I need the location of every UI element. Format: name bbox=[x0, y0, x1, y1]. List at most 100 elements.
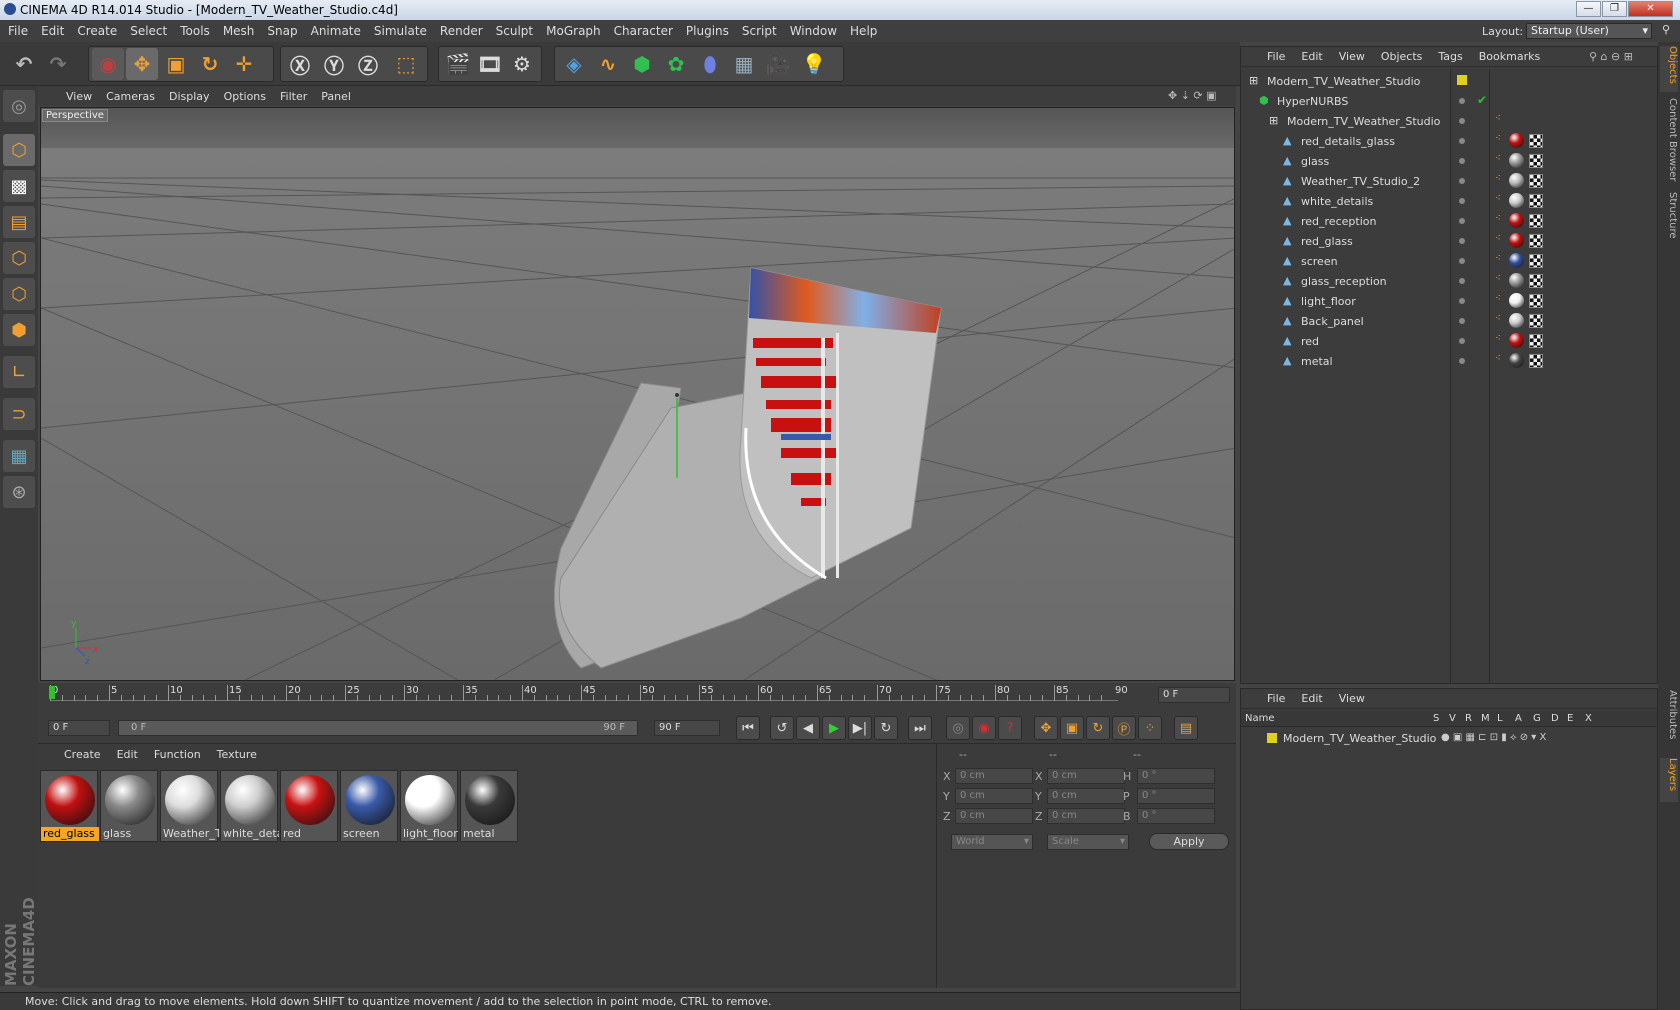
menu-character[interactable]: Character bbox=[614, 24, 673, 38]
workplane-icon[interactable]: ▤ bbox=[3, 206, 35, 238]
uvw-tag-icon[interactable] bbox=[1529, 294, 1543, 308]
texture-tag-icon[interactable] bbox=[1509, 313, 1524, 328]
menu-render[interactable]: Render bbox=[440, 24, 483, 38]
timeline-window-icon[interactable]: ▤ bbox=[1174, 716, 1198, 740]
layer-column-header[interactable]: L bbox=[1497, 713, 1503, 724]
phong-tag-icon[interactable]: ⁖ bbox=[1495, 273, 1501, 284]
editor-visibility-dot[interactable] bbox=[1459, 178, 1465, 184]
phong-tag-icon[interactable]: ⁖ bbox=[1495, 133, 1501, 144]
layer-column-header[interactable]: V bbox=[1449, 713, 1456, 724]
magnet-icon[interactable]: ⊃ bbox=[3, 398, 35, 430]
layer-column-header[interactable]: G bbox=[1533, 713, 1541, 724]
menu-window[interactable]: Window bbox=[790, 24, 837, 38]
coord-field[interactable]: 0 ° bbox=[1137, 808, 1215, 824]
scale-select[interactable]: Scale ▾ bbox=[1047, 834, 1129, 850]
texture-mode-icon[interactable]: ▩ bbox=[3, 170, 35, 202]
object-row[interactable]: ⊞ Modern_TV_Weather_Studio bbox=[1241, 71, 1657, 91]
object-menu-edit[interactable]: Edit bbox=[1301, 50, 1322, 63]
editor-visibility-dot[interactable] bbox=[1459, 118, 1465, 124]
object-row[interactable]: ▲ glass ⁖ bbox=[1241, 151, 1657, 171]
spline-icon[interactable]: ∿ bbox=[592, 48, 624, 80]
move-icon[interactable]: ✥ bbox=[126, 48, 158, 80]
viewport-menu-panel[interactable]: Panel bbox=[321, 90, 351, 103]
light-icon[interactable]: 💡 bbox=[798, 48, 830, 80]
texture-tag-icon[interactable] bbox=[1509, 233, 1524, 248]
layer-column-header[interactable]: E bbox=[1567, 713, 1573, 724]
texture-tag-icon[interactable] bbox=[1509, 353, 1524, 368]
edges-mode-icon[interactable]: ⬡ bbox=[3, 278, 35, 310]
material-swatch[interactable]: glass bbox=[100, 770, 158, 842]
coordinate-system-icon[interactable]: ⬚ bbox=[390, 48, 422, 80]
render-view-icon[interactable]: 🎬 bbox=[442, 48, 474, 80]
menu-snap[interactable]: Snap bbox=[267, 24, 297, 38]
layer-column-header[interactable]: X bbox=[1585, 713, 1592, 724]
rotate-icon[interactable]: ↻ bbox=[194, 48, 226, 80]
texture-tag-icon[interactable] bbox=[1509, 213, 1524, 228]
material-swatch[interactable]: metal bbox=[460, 770, 518, 842]
texture-tag-icon[interactable] bbox=[1509, 193, 1524, 208]
phong-tag-icon[interactable]: ⁖ bbox=[1495, 333, 1501, 344]
record-keys-icon[interactable]: ◎ bbox=[946, 716, 970, 740]
key-pla-icon[interactable]: ⁘ bbox=[1138, 716, 1162, 740]
phong-tag-icon[interactable]: ⁖ bbox=[1495, 193, 1501, 204]
frame-range-slider[interactable]: 0 F 90 F bbox=[118, 720, 638, 736]
render-settings-icon[interactable]: ⚙ bbox=[506, 48, 538, 80]
snap-icon[interactable]: ⊛ bbox=[3, 476, 35, 508]
uvw-tag-icon[interactable] bbox=[1529, 234, 1543, 248]
layer-row[interactable]: Modern_TV_Weather_Studio ● ▣ ▦ ⊏ ⊡ ▮ ⟡ ⊘… bbox=[1241, 729, 1657, 747]
texture-tag-icon[interactable] bbox=[1509, 253, 1524, 268]
uvw-tag-icon[interactable] bbox=[1529, 354, 1543, 368]
search-icon[interactable]: ⚲ bbox=[1662, 23, 1670, 36]
uvw-tag-icon[interactable] bbox=[1529, 194, 1543, 208]
uvw-tag-icon[interactable] bbox=[1529, 274, 1543, 288]
phong-tag-icon[interactable]: ⁖ bbox=[1495, 233, 1501, 244]
end-frame-field[interactable]: 90 F bbox=[654, 720, 720, 736]
uvw-tag-icon[interactable] bbox=[1529, 334, 1543, 348]
next-frame-icon[interactable]: ▶| bbox=[848, 716, 872, 740]
tab-content-browser[interactable]: Content Browser bbox=[1660, 98, 1678, 186]
menu-mesh[interactable]: Mesh bbox=[223, 24, 255, 38]
material-swatch[interactable]: white_deta bbox=[220, 770, 279, 842]
material-swatch[interactable]: light_floor bbox=[400, 770, 458, 842]
object-row[interactable]: ⬢ HyperNURBS ✔ bbox=[1241, 91, 1657, 111]
layer-column-header[interactable]: M bbox=[1481, 713, 1490, 724]
scale-icon[interactable]: ▣ bbox=[160, 48, 192, 80]
viewport-menu-options[interactable]: Options bbox=[224, 90, 266, 103]
key-parameter-icon[interactable]: Ⓟ bbox=[1112, 716, 1136, 740]
material-swatch[interactable]: red_glass bbox=[40, 770, 99, 842]
phong-tag-icon[interactable]: ⁖ bbox=[1495, 253, 1501, 264]
deformer-icon[interactable]: ⬮ bbox=[694, 48, 726, 80]
layer-flag-icons[interactable]: ● ▣ ▦ ⊏ ⊡ ▮ ⟡ ⊘ ▾ X bbox=[1441, 732, 1546, 743]
menu-simulate[interactable]: Simulate bbox=[374, 24, 427, 38]
viewport-menu-filter[interactable]: Filter bbox=[280, 90, 307, 103]
editor-visibility-dot[interactable] bbox=[1459, 298, 1465, 304]
viewport-menu-view[interactable]: View bbox=[66, 90, 92, 103]
array-icon[interactable]: ✿ bbox=[660, 48, 692, 80]
timeline-ruler[interactable]: 0 5 10 15 20 25 30 35 40 45 50 55 60 65 70 75 80 85 90 0 F bbox=[38, 683, 1236, 713]
object-menu-view[interactable]: View bbox=[1339, 50, 1365, 63]
make-editable-icon[interactable]: ◎ bbox=[3, 90, 35, 122]
object-row[interactable]: ▲ light_floor ⁖ bbox=[1241, 291, 1657, 311]
phong-tag-icon[interactable]: ⁖ bbox=[1495, 213, 1501, 224]
floor-icon[interactable]: ▦ bbox=[728, 48, 760, 80]
redo-icon[interactable]: ↷ bbox=[42, 48, 74, 80]
key-position-icon[interactable]: ✥ bbox=[1034, 716, 1058, 740]
menu-file[interactable]: File bbox=[8, 24, 28, 38]
viewport-menu-cameras[interactable]: Cameras bbox=[106, 90, 155, 103]
phong-tag-icon[interactable]: ⁖ bbox=[1495, 293, 1501, 304]
viewport-nav-icons[interactable]: ✥ ⇣ ⟳ ▣ bbox=[1168, 89, 1217, 102]
editor-visibility-dot[interactable] bbox=[1459, 138, 1465, 144]
live-selection-icon[interactable]: ◉ bbox=[92, 48, 124, 80]
menu-tools[interactable]: Tools bbox=[180, 24, 210, 38]
play-icon[interactable]: ▶ bbox=[822, 716, 846, 740]
camera-icon[interactable]: 🎥 bbox=[762, 48, 794, 80]
material-swatch[interactable]: red bbox=[280, 770, 338, 842]
menu-select[interactable]: Select bbox=[130, 24, 167, 38]
object-row[interactable]: ▲ screen ⁖ bbox=[1241, 251, 1657, 271]
axis-mode-icon[interactable]: ∟ bbox=[3, 356, 35, 388]
object-row[interactable]: ▲ Back_panel ⁖ bbox=[1241, 311, 1657, 331]
uvw-tag-icon[interactable] bbox=[1529, 174, 1543, 188]
object-row[interactable]: ▲ red ⁖ bbox=[1241, 331, 1657, 351]
material-swatch[interactable]: screen bbox=[340, 770, 398, 842]
menu-help[interactable]: Help bbox=[850, 24, 877, 38]
